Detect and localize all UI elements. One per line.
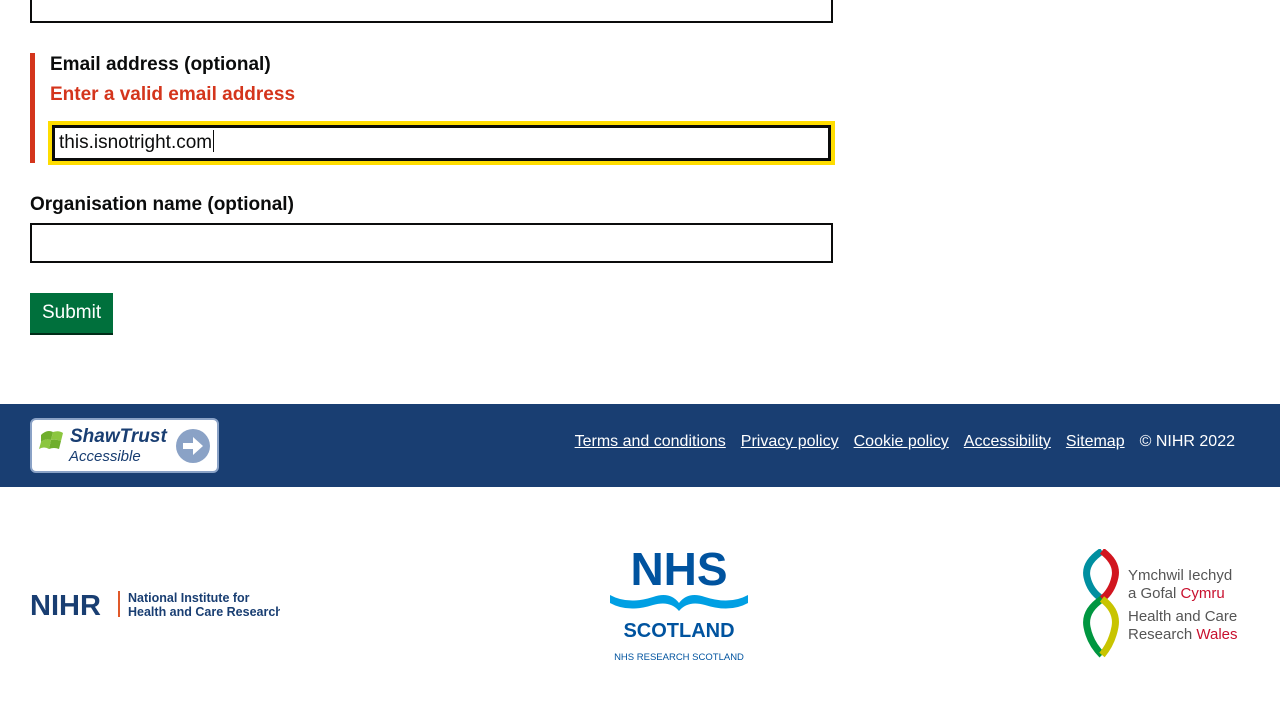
wales-line4b: Wales [1196,626,1237,643]
badge-subtitle: Accessible [69,448,141,465]
shaw-trust-icon [39,431,63,449]
footer-link-cookies[interactable]: Cookie policy [854,432,949,452]
footer-links: Terms and conditions Privacy policy Cook… [575,432,1235,452]
badge-brand: ShawTrust [70,426,167,447]
wales-line1: Ymchwil Iechyd [1128,567,1232,584]
copyright: © NIHR 2022 [1139,433,1235,450]
submit-button[interactable]: Submit [30,293,114,333]
scotland-text: SCOTLAND [623,620,734,642]
wales-line4a: Research [1128,626,1192,643]
nihr-line1: National Institute for [128,591,250,605]
wales-line2a: a Gofal [1128,585,1176,602]
shaw-trust-badge[interactable]: ShawTrust Accessible [30,418,219,473]
email-field-value: this.isnotright.com [59,132,213,153]
organisation-field[interactable] [30,223,833,263]
footer-link-sitemap[interactable]: Sitemap [1066,432,1125,452]
footer-link-terms[interactable]: Terms and conditions [575,432,726,452]
svg-text:Research Wales: Research Wales [1128,626,1238,643]
email-error-message: Enter a valid email address [50,84,296,105]
wales-line3: Health and Care [1128,608,1237,625]
arrow-right-icon [176,429,210,463]
footer-link-privacy[interactable]: Privacy policy [741,432,839,452]
error-bar [30,53,35,163]
nihr-line2: Health and Care Research [128,605,280,619]
nihr-acronym: NIHR [30,590,101,622]
health-care-research-wales-logo[interactable]: Ymchwil Iechyd a Gofal Cymru Health and … [1080,549,1255,659]
email-label: Email address (optional) [50,54,271,75]
nhs-scotland-logo[interactable]: NHS SCOTLAND NHS RESEARCH SCOTLAND [608,545,750,665]
previous-input[interactable] [30,0,833,23]
nrs-text: NHS RESEARCH SCOTLAND [614,652,744,663]
nihr-logo[interactable]: NIHR National Institute for Health and C… [30,588,280,622]
footer-link-accessibility[interactable]: Accessibility [964,432,1051,452]
wales-line2b: Cymru [1181,585,1225,602]
email-field[interactable]: this.isnotright.com [48,121,835,165]
nhs-text: NHS [630,545,727,595]
text-caret [213,130,215,152]
organisation-label: Organisation name (optional) [30,194,294,215]
svg-text:a Gofal Cymru: a Gofal Cymru [1128,585,1225,602]
